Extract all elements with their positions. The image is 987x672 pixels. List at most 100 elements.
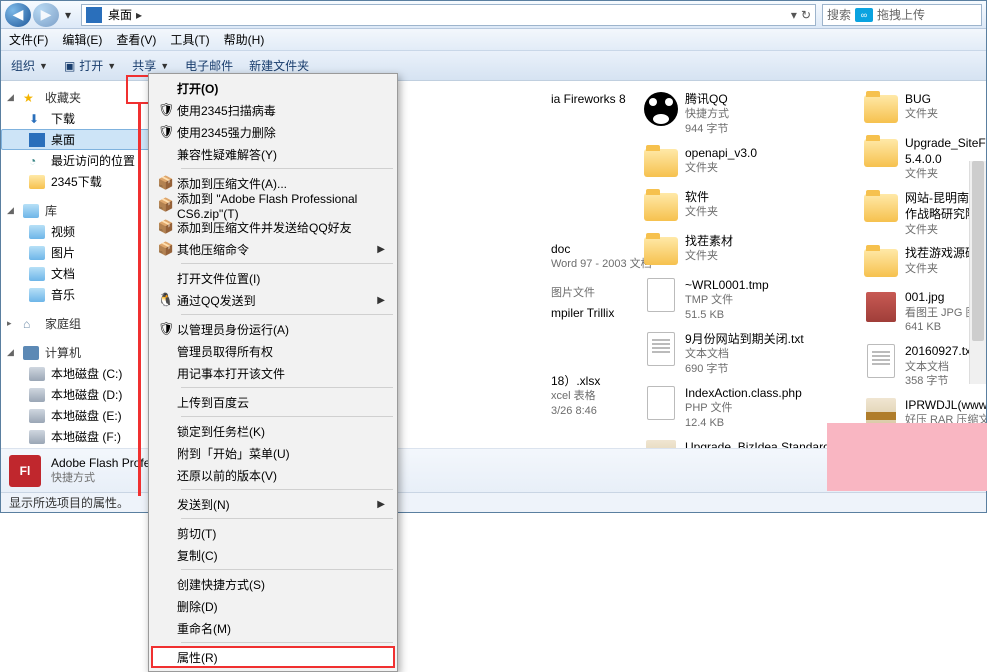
vertical-scrollbar[interactable] xyxy=(969,161,986,384)
context-menu-item[interactable]: 打开(O) xyxy=(151,77,395,99)
sidebar-item-videos[interactable]: 视频 xyxy=(1,221,150,242)
context-menu-item[interactable]: 复制(C) xyxy=(151,544,395,566)
sidebar-item-drive-e[interactable]: 本地磁盘 (E:) xyxy=(1,405,150,426)
context-menu-item[interactable]: 🐧通过QQ发送到▶ xyxy=(151,289,395,311)
email-button[interactable]: 电子邮件 xyxy=(185,57,233,74)
new-folder-button[interactable]: 新建文件夹 xyxy=(249,57,309,74)
nav-history-dropdown[interactable]: ▾ xyxy=(61,8,75,22)
breadcrumb-chevron-icon[interactable]: ▸ xyxy=(136,8,142,22)
file-name: 找茬游戏源码 xyxy=(905,245,977,261)
context-menu-label: 打开文件位置(I) xyxy=(177,270,385,287)
file-icon xyxy=(863,91,899,127)
file-icon xyxy=(643,189,679,225)
sidebar-item-2345[interactable]: 2345下载 xyxy=(1,171,150,192)
context-menu-item[interactable]: 🛡使用2345强力删除 xyxy=(151,121,395,143)
context-menu[interactable]: 打开(O)🛡使用2345扫描病毒🛡使用2345强力删除兼容性疑难解答(Y) 📦添加… xyxy=(148,73,398,672)
sidebar-favorites-head[interactable]: ◢★收藏夹 xyxy=(1,87,150,108)
context-menu-icon: 🐧 xyxy=(155,292,177,308)
context-menu-item[interactable]: 📦添加到压缩文件并发送给QQ好友 xyxy=(151,216,395,238)
sidebar-item-drive-f[interactable]: 本地磁盘 (F:) xyxy=(1,426,150,447)
file-item[interactable]: 9月份网站到期关闭.txt文本文档690 字节 xyxy=(641,329,811,379)
file-name: 腾讯QQ xyxy=(685,91,729,107)
context-menu-item[interactable]: 📦添加到 "Adobe Flash Professional CS6.zip"(… xyxy=(151,194,395,216)
sidebar-libraries-head[interactable]: ◢库 xyxy=(1,200,150,221)
address-dropdown-icon[interactable]: ▾ xyxy=(791,8,797,22)
file-item[interactable]: 网站-昆明南亚东南亚合作战略研究院文件夹 xyxy=(861,188,986,239)
context-menu-label: 删除(D) xyxy=(177,598,385,615)
context-menu-label: 上传到百度云 xyxy=(177,394,385,411)
context-menu-item[interactable]: 还原以前的版本(V) xyxy=(151,464,395,486)
file-item[interactable]: Upgrade_SiteFactory.Standard_5.x.x.x-5.4… xyxy=(861,133,986,184)
share-button[interactable]: 共享▼ xyxy=(132,57,169,74)
sidebar-item-recent[interactable]: ◔最近访问的位置 xyxy=(1,150,150,171)
sidebar-item-documents[interactable]: 文档 xyxy=(1,263,150,284)
context-menu-item[interactable]: 兼容性疑难解答(Y) xyxy=(151,143,395,165)
file-item[interactable]: 腾讯QQ快捷方式944 字节 xyxy=(641,89,811,139)
context-menu-label: 管理员取得所有权 xyxy=(177,343,385,360)
context-menu-icon: 📦 xyxy=(155,241,177,257)
menu-edit[interactable]: 编辑(E) xyxy=(62,31,102,48)
file-item[interactable]: IndexAction.class.phpPHP 文件12.4 KB xyxy=(641,383,811,433)
file-meta: 文件夹 xyxy=(685,249,733,264)
context-menu-separator xyxy=(181,518,393,519)
context-menu-item[interactable]: 🛡以管理员身份运行(A) xyxy=(151,318,395,340)
organize-button[interactable]: 组织▼ xyxy=(11,57,48,74)
file-item[interactable]: 001.jpg看图王 JPG 图片文件641 KB xyxy=(861,287,986,337)
sidebar-item-desktop[interactable]: 桌面 xyxy=(1,129,150,150)
submenu-arrow-icon: ▶ xyxy=(377,295,385,306)
refresh-icon[interactable]: ↻ xyxy=(801,8,811,22)
search-box[interactable]: 搜索 ∞ 拖拽上传 xyxy=(822,4,982,26)
context-menu-label: 以管理员身份运行(A) xyxy=(177,321,385,338)
sidebar-item-downloads[interactable]: ⬇下载 xyxy=(1,108,150,129)
file-item[interactable]: 20160927.txt文本文档358 字节 xyxy=(861,341,986,391)
context-menu-label: 使用2345强力删除 xyxy=(177,124,385,141)
context-menu-item[interactable]: 用记事本打开该文件 xyxy=(151,362,395,384)
file-icon xyxy=(863,245,899,281)
menu-tools[interactable]: 工具(T) xyxy=(170,31,209,48)
file-meta: 51.5 KB xyxy=(685,308,769,323)
context-menu-item[interactable]: 🛡使用2345扫描病毒 xyxy=(151,99,395,121)
location-icon xyxy=(86,7,102,23)
scrollbar-thumb[interactable] xyxy=(972,161,984,341)
file-item[interactable]: openapi_v3.0文件夹 xyxy=(641,143,811,183)
sidebar-item-music[interactable]: 音乐 xyxy=(1,284,150,305)
context-menu-item[interactable]: 属性(R) xyxy=(151,646,395,668)
menu-file[interactable]: 文件(F) xyxy=(9,31,48,48)
sidebar-item-drive-c[interactable]: 本地磁盘 (C:) xyxy=(1,363,150,384)
context-menu-item[interactable]: 打开文件位置(I) xyxy=(151,267,395,289)
context-menu-item[interactable]: 创建快捷方式(S) xyxy=(151,573,395,595)
details-name: Adobe Flash Profess xyxy=(51,456,162,472)
open-button[interactable]: ▣打开▼ xyxy=(64,57,116,74)
upload-badge-icon[interactable]: ∞ xyxy=(855,8,873,22)
context-menu-label: 创建快捷方式(S) xyxy=(177,576,385,593)
file-item[interactable]: BUG文件夹 xyxy=(861,89,986,129)
nav-back-button[interactable]: ◀ xyxy=(5,3,31,27)
context-menu-item[interactable]: 锁定到任务栏(K) xyxy=(151,420,395,442)
context-menu-item[interactable]: 发送到(N)▶ xyxy=(151,493,395,515)
file-icon xyxy=(643,277,679,313)
sidebar-homegroup-head[interactable]: ▸⌂家庭组 xyxy=(1,313,150,334)
pink-watermark xyxy=(827,423,987,491)
file-item[interactable]: 找茬游戏源码文件夹 xyxy=(861,243,986,283)
submenu-arrow-icon: ▶ xyxy=(377,244,385,255)
context-menu-item[interactable]: 上传到百度云 xyxy=(151,391,395,413)
context-menu-item[interactable]: 重命名(M) xyxy=(151,617,395,639)
context-menu-label: 用记事本打开该文件 xyxy=(177,365,385,382)
menu-view[interactable]: 查看(V) xyxy=(116,31,156,48)
context-menu-item[interactable]: 管理员取得所有权 xyxy=(151,340,395,362)
context-menu-item[interactable]: 附到「开始」菜单(U) xyxy=(151,442,395,464)
file-item[interactable]: 软件文件夹 xyxy=(641,187,811,227)
address-bar[interactable]: 桌面 ▸ ▾ ↻ xyxy=(81,4,816,26)
menu-help[interactable]: 帮助(H) xyxy=(224,31,265,48)
file-item[interactable]: Upgrade_BizIdea.Standard_5.x.x-5.4.0.0.r… xyxy=(641,437,811,449)
file-item[interactable]: 找茬素材文件夹 xyxy=(641,231,811,271)
context-menu-item[interactable]: 删除(D) xyxy=(151,595,395,617)
context-menu-label: 属性(R) xyxy=(177,649,385,666)
sidebar-computer-head[interactable]: ◢计算机 xyxy=(1,342,150,363)
context-menu-item[interactable]: 剪切(T) xyxy=(151,522,395,544)
nav-forward-button[interactable]: ▶ xyxy=(33,3,59,27)
sidebar-item-drive-d[interactable]: 本地磁盘 (D:) xyxy=(1,384,150,405)
file-item[interactable]: ~WRL0001.tmpTMP 文件51.5 KB xyxy=(641,275,811,325)
sidebar-item-pictures[interactable]: 图片 xyxy=(1,242,150,263)
context-menu-item[interactable]: 📦其他压缩命令▶ xyxy=(151,238,395,260)
